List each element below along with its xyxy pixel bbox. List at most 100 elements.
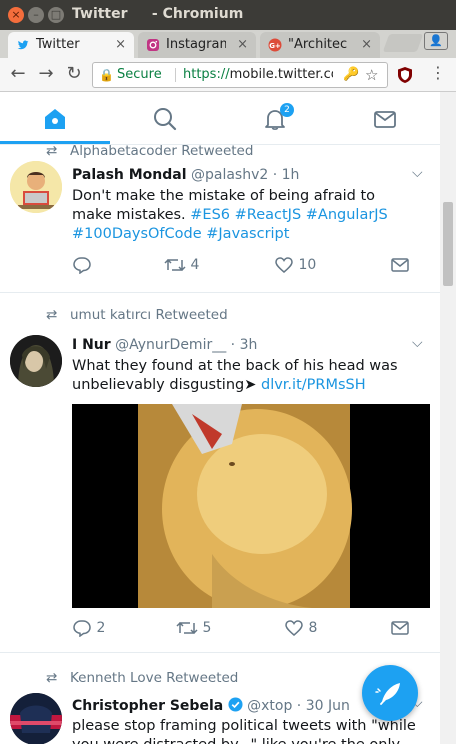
bookmark-star-icon[interactable]: ☆ [365,63,378,87]
reply-button[interactable] [72,256,92,275]
direct-message-button[interactable] [390,619,410,637]
tab-twitter[interactable]: Twitter × [8,32,134,58]
reply-icon [73,620,91,638]
active-tab-indicator [0,141,110,144]
retweet-small-icon: ⇄ [46,145,58,159]
tweet-link[interactable]: dlvr.it/PRMsSH [261,377,366,393]
retweet-button[interactable]: 4 [164,256,199,274]
google-plus-favicon-icon: G+ [268,38,282,52]
new-tab-button[interactable] [382,34,424,52]
forward-icon[interactable]: → [34,63,58,84]
hashtag-links[interactable]: #ES6 #ReactJS #AngularJS [190,207,388,223]
retweet-icon [164,258,186,272]
direct-message-button[interactable] [390,256,410,274]
tab-label: "Architec [288,37,348,52]
like-button[interactable]: 10 [274,256,316,274]
verified-badge-icon [228,697,243,712]
avatar[interactable] [10,335,62,387]
tweet-time[interactable]: · 3h [231,337,258,353]
user-handle[interactable]: @AynurDemir__ [115,337,226,353]
like-count: 10 [298,257,317,273]
key-icon[interactable]: 🔑 [343,63,359,87]
retweeted-by-label: Kenneth Love Retweeted [70,670,239,686]
tweet-header: Palash Mondal @palashv2 · 1h [72,167,299,183]
reload-icon[interactable]: ↻ [62,63,86,84]
retweeted-by-label: Alphabetacoder Retweeted [70,145,254,159]
feather-compose-icon [375,683,400,705]
avatar[interactable] [10,693,62,744]
secure-label: Secure [117,67,162,82]
tweet-header: I Nur @AynurDemir__ · 3h [72,337,257,353]
twitter-nav-bar [0,92,440,145]
tab-close-icon[interactable]: × [361,32,372,58]
search-icon[interactable] [152,106,178,132]
profile-icon[interactable]: 👤 [424,32,448,50]
reply-button[interactable]: 2 [72,619,106,638]
retweet-small-icon: ⇄ [46,307,58,323]
chevron-down-icon[interactable]: ⌵ [412,165,423,181]
video-thumbnail-icon [72,404,430,608]
lock-icon: 🔒 [99,68,114,82]
window-close-button[interactable]: × [8,7,24,23]
envelope-icon [391,621,409,635]
address-bar[interactable]: 🔒 Secure https://mobile.twitter.co 🔑 ☆ [92,62,388,88]
tweet-actions: 2 5 8 [72,619,412,641]
compose-tweet-button[interactable] [362,665,418,721]
tweet-item[interactable]: ⇄ umut katırcı Retweeted I Nur @AynurDemi… [0,293,440,653]
avatar[interactable] [10,161,62,213]
display-name[interactable]: Christopher Sebela [72,698,223,714]
tweet-time[interactable]: · 1h [273,167,300,183]
chevron-down-icon[interactable]: ⌵ [412,335,423,351]
like-button[interactable]: 8 [284,619,317,637]
heart-icon [285,620,303,636]
reply-count: 2 [96,620,106,636]
retweet-context: ⇄ umut katırcı Retweeted [46,307,228,323]
timeline-feed[interactable]: ⇄ Alphabetacoder Retweeted Palash Mondal … [0,145,440,744]
notification-count-badge: 2 [280,103,294,117]
tweet-time[interactable]: · 30 Jun [297,698,350,714]
window-title: Twitter - Chromium [72,6,244,22]
svg-text:G+: G+ [269,42,281,50]
window-minimize-button[interactable]: – [28,7,44,23]
tweet-text: What they found at the back of his head … [72,357,412,395]
tab-architec[interactable]: G+ "Architec × [260,32,380,58]
window-maximize-button[interactable]: □ [48,7,64,23]
tab-close-icon[interactable]: × [115,32,126,58]
retweet-small-icon: ⇄ [46,670,58,686]
retweet-count: 5 [202,620,212,636]
url-text: https://mobile.twitter.co [183,63,333,87]
back-icon[interactable]: ← [6,63,30,84]
user-handle[interactable]: @palashv2 [191,167,268,183]
tab-instagram[interactable]: Instagram × [138,32,256,58]
heart-icon [275,257,293,273]
tweet-item[interactable]: ⇄ Alphabetacoder Retweeted Palash Mondal … [0,145,440,293]
retweet-button[interactable]: 5 [176,619,211,637]
user-handle[interactable]: @xtop [247,698,292,714]
url-scheme: https:// [183,67,230,82]
retweet-context: ⇄ Kenneth Love Retweeted [46,670,238,686]
ublock-shield-icon[interactable] [396,66,414,84]
tweet-text: Don't make the mistake of being afraid t… [72,187,402,244]
avatar-photo-icon [10,693,62,744]
display-name[interactable]: Palash Mondal [72,167,187,183]
divider [175,68,176,82]
window-titlebar: × – □ Twitter - Chromium [0,0,456,30]
url-host: mobile.twitter.co [229,67,333,82]
retweeted-by-label: umut katırcı Retweeted [70,307,228,323]
tweet-body: please stop framing political tweets wit… [72,718,416,744]
hashtag-links[interactable]: #100DaysOfCode #Javascript [72,226,289,242]
like-count: 8 [308,620,318,636]
twitter-favicon-icon [17,40,29,50]
instagram-favicon-icon [147,39,159,51]
retweet-count: 4 [190,257,200,273]
tab-close-icon[interactable]: × [237,32,248,58]
home-icon[interactable] [42,106,68,132]
page-scrollbar[interactable] [440,92,456,744]
avatar-illustration-icon [10,161,62,213]
messages-envelope-icon[interactable] [372,106,398,132]
tweet-header: Christopher Sebela @xtop · 30 Jun [72,697,350,714]
display-name[interactable]: I Nur [72,337,111,353]
scrollbar-thumb[interactable] [443,202,453,286]
tweet-media-video[interactable] [72,404,430,608]
browser-menu-icon[interactable]: ⋮ [430,63,446,82]
